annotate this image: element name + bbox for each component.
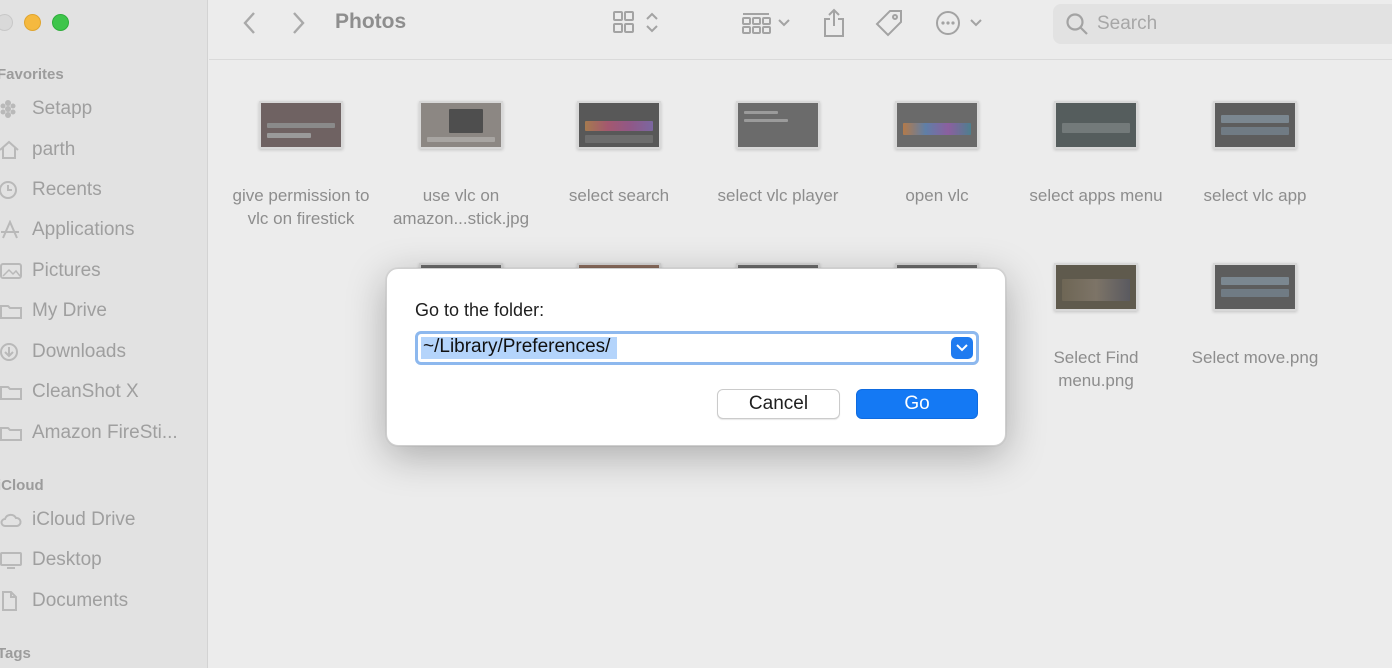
share-icon <box>824 8 844 37</box>
path-history-dropdown[interactable] <box>951 337 973 359</box>
document-icon <box>0 591 22 611</box>
sidebar-item-label: Applications <box>32 219 135 240</box>
sidebar-item-label: Recents <box>32 179 102 200</box>
sidebar-item-label: Documents <box>32 590 129 611</box>
sidebar: Favorites Setapp parth Recents Applicati… <box>0 0 208 668</box>
sidebar-section-tags: Tags <box>0 645 31 662</box>
go-to-folder-dialog: Go to the folder: ~/Library/Preferences/… <box>386 268 1006 446</box>
sidebar-item-desktop[interactable]: Desktop <box>0 546 102 574</box>
file-item[interactable]: open vlc <box>862 101 1012 207</box>
back-icon <box>243 12 255 34</box>
file-thumbnail <box>259 101 343 149</box>
file-item[interactable]: select apps menu <box>1021 101 1171 207</box>
file-item[interactable]: Select move.png <box>1180 263 1330 369</box>
minimize-window-button[interactable] <box>24 14 41 31</box>
file-thumbnail <box>1054 263 1138 311</box>
file-item[interactable]: use vlc on amazon...stick.jpg <box>386 101 536 230</box>
file-thumbnail <box>1054 101 1138 149</box>
sidebar-item-label: My Drive <box>32 300 107 321</box>
file-thumbnail <box>419 101 503 149</box>
downloads-icon <box>0 342 22 362</box>
file-name: select search <box>568 186 670 205</box>
file-name: Select move.png <box>1191 348 1319 367</box>
sidebar-section-favorites: Favorites <box>0 66 64 83</box>
folder-path-field[interactable]: ~/Library/Preferences/ <box>415 331 979 365</box>
search-field[interactable] <box>1053 4 1392 44</box>
file-item[interactable]: select vlc player <box>703 101 853 207</box>
sidebar-item-label: Downloads <box>32 341 126 362</box>
file-name: select apps menu <box>1029 186 1163 205</box>
cancel-button[interactable]: Cancel <box>717 389 840 419</box>
sidebar-item-applications[interactable]: Applications <box>0 216 134 244</box>
folder-path-input[interactable]: ~/Library/Preferences/ <box>423 336 610 358</box>
sidebar-item-my-drive[interactable]: My Drive <box>0 297 107 325</box>
sidebar-item-parth[interactable]: parth <box>0 136 75 164</box>
sidebar-item-cleanshot-x[interactable]: CleanShot X <box>0 378 139 406</box>
sidebar-item-downloads[interactable]: Downloads <box>0 338 126 366</box>
applications-icon <box>0 220 22 240</box>
sidebar-item-label: Setapp <box>32 98 93 119</box>
sidebar-item-label: Desktop <box>32 549 102 570</box>
sidebar-item-label: parth <box>32 139 76 160</box>
chevron-down-icon <box>956 344 968 352</box>
forward-icon <box>293 12 305 34</box>
sidebar-item-label: Amazon FireSti... <box>32 422 178 443</box>
dialog-label: Go to the folder: <box>415 300 545 320</box>
file-thumbnail <box>1213 101 1297 149</box>
pictures-icon <box>0 261 22 281</box>
group-icon <box>742 13 790 34</box>
setapp-icon <box>0 99 22 119</box>
file-thumbnail <box>1213 263 1297 311</box>
home-icon <box>0 140 22 160</box>
file-thumbnail <box>895 101 979 149</box>
search-input[interactable] <box>1097 13 1357 35</box>
file-name: use vlc on amazon...stick.jpg <box>392 186 530 228</box>
sidebar-item-label: iCloud Drive <box>32 509 136 530</box>
file-name: Select Find menu.png <box>1053 348 1139 390</box>
go-button[interactable]: Go <box>856 389 978 419</box>
file-item[interactable]: Select Find menu.png <box>1021 263 1171 392</box>
back-button[interactable] <box>239 8 259 38</box>
folder-icon <box>0 382 22 402</box>
file-name: select vlc app <box>1203 186 1307 205</box>
clock-icon <box>0 180 22 200</box>
search-icon <box>1066 13 1088 35</box>
sidebar-item-setapp[interactable]: Setapp <box>0 95 92 123</box>
more-actions-button[interactable] <box>934 8 984 38</box>
folder-icon <box>0 423 22 443</box>
sidebar-item-label: Pictures <box>32 260 101 281</box>
toolbar: Photos <box>209 0 1392 60</box>
file-name: open vlc <box>905 186 969 205</box>
view-mode-button[interactable] <box>612 8 660 38</box>
sidebar-item-icloud-drive[interactable]: iCloud Drive <box>0 506 135 534</box>
desktop-icon <box>0 550 22 570</box>
share-button[interactable] <box>821 8 847 38</box>
tag-button[interactable] <box>874 8 904 38</box>
sidebar-item-pictures[interactable]: Pictures <box>0 257 101 285</box>
folder-icon <box>0 301 22 321</box>
file-item[interactable]: select vlc app <box>1180 101 1330 207</box>
window-title: Photos <box>335 10 407 33</box>
cloud-icon <box>0 510 22 530</box>
zoom-window-button[interactable] <box>52 14 69 31</box>
file-name: select vlc player <box>717 186 839 205</box>
sidebar-item-documents[interactable]: Documents <box>0 587 128 615</box>
close-window-button[interactable] <box>0 14 13 31</box>
forward-button[interactable] <box>289 8 309 38</box>
file-item[interactable]: give permission to vlc on firestick <box>226 101 376 230</box>
window-controls <box>0 14 69 31</box>
tag-icon <box>875 10 902 37</box>
sidebar-item-recents[interactable]: Recents <box>0 176 102 204</box>
sidebar-item-amazon-firestick[interactable]: Amazon FireSti... <box>0 419 178 447</box>
file-name: give permission to vlc on firestick <box>232 186 370 228</box>
group-button[interactable] <box>741 8 793 38</box>
file-thumbnail <box>736 101 820 149</box>
file-item[interactable]: select search <box>544 101 694 207</box>
sidebar-item-label: CleanShot X <box>32 381 139 402</box>
grid-view-icon <box>613 11 658 33</box>
sidebar-section-icloud: iCloud <box>0 477 44 494</box>
file-thumbnail <box>577 101 661 149</box>
more-icon <box>936 11 982 35</box>
